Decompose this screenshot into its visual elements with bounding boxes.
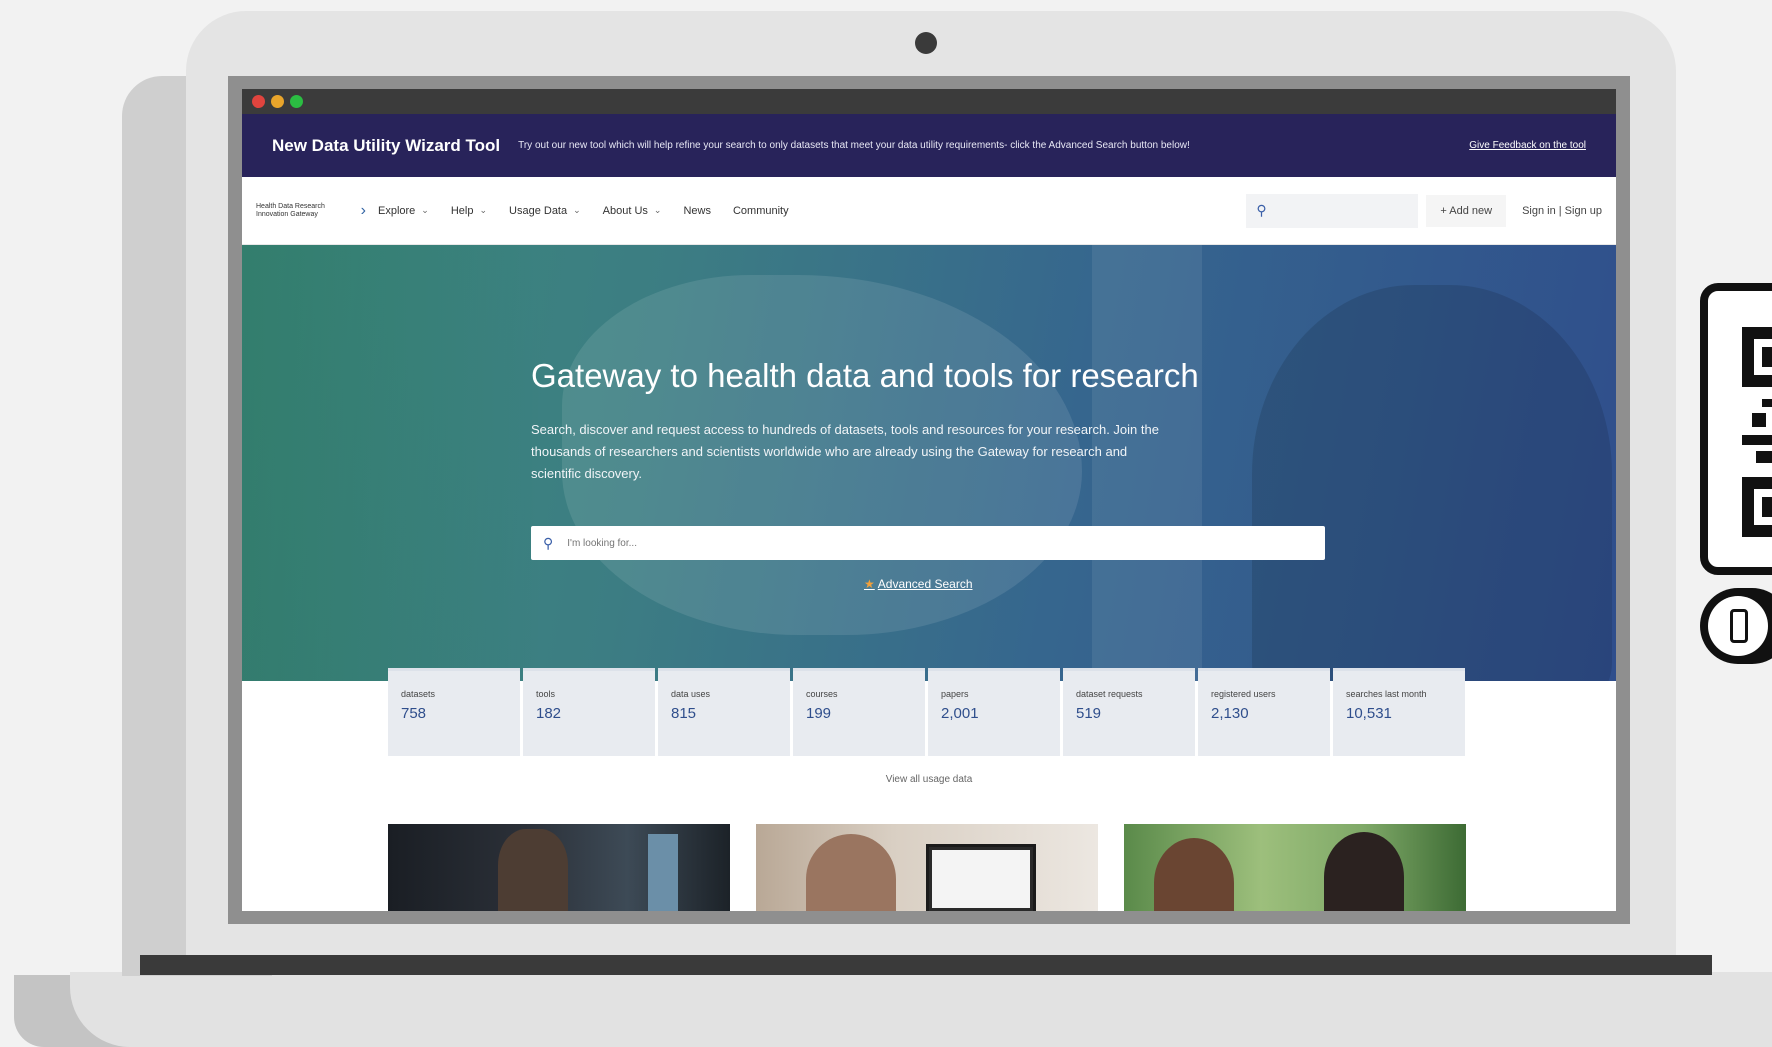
promo-title: New Data Utility Wizard Tool: [272, 135, 501, 155]
chevron-down-icon: ⌄: [573, 205, 581, 215]
sign-in-link[interactable]: Sign in | Sign up: [1522, 205, 1602, 217]
stat-label: papers: [941, 689, 969, 699]
site-logo[interactable]: Health Data Research Innovation Gateway …: [256, 202, 366, 220]
promo-banner: New Data Utility Wizard Tool Try out our…: [242, 114, 1616, 177]
stat-value: 10,531: [1346, 705, 1392, 722]
main-navbar: Health Data Research Innovation Gateway …: [242, 177, 1616, 245]
phone-icon: [1730, 609, 1748, 643]
nav-item-explore[interactable]: Explore ⌄: [378, 205, 429, 217]
stat-courses[interactable]: courses 199: [793, 668, 925, 756]
star-icon: ★: [864, 577, 875, 591]
nav-search-input[interactable]: ⚲: [1246, 193, 1419, 228]
window-close-button[interactable]: [252, 95, 265, 108]
card-image-computer[interactable]: [756, 824, 1098, 911]
stat-label: tools: [536, 689, 556, 699]
nav-item-help[interactable]: Help ⌄: [451, 205, 487, 217]
feature-cards: [388, 824, 1466, 911]
hero-content: Gateway to health data and tools for res…: [531, 357, 1331, 485]
nav-item-label: Usage Data: [509, 204, 568, 217]
qr-code-icon: [1700, 283, 1772, 575]
stat-label: registered users: [1211, 689, 1276, 699]
nav-item-news[interactable]: News: [683, 205, 711, 217]
stat-value: 199: [806, 705, 832, 722]
hero-section: Gateway to health data and tools for res…: [242, 245, 1616, 681]
logo-text: Health Data Research Innovation Gateway: [256, 202, 325, 218]
stat-label: datasets: [401, 689, 436, 699]
nav-item-label: News: [683, 204, 711, 217]
stat-label: data uses: [671, 689, 711, 699]
card-image-researchers[interactable]: [388, 824, 730, 911]
hero-search-bar[interactable]: ⚲: [531, 526, 1325, 560]
advanced-search-label: Advanced Search: [877, 577, 973, 591]
window-maximize-button[interactable]: [290, 95, 303, 108]
laptop-base: [70, 972, 1772, 1047]
nav-menu: Explore ⌄ Help ⌄ Usage Data ⌄ About Us ⌄ News Com…: [378, 205, 789, 217]
usage-stats: datasets 758 tools 182 data uses 815 courses 19…: [388, 668, 1465, 756]
stat-value: 519: [1076, 705, 1102, 722]
stat-registered-users[interactable]: registered users 2,130: [1198, 668, 1330, 756]
card-image-outdoors[interactable]: [1124, 824, 1466, 911]
nav-item-about-us[interactable]: About Us ⌄: [603, 205, 662, 217]
hero-photo-overlay: [242, 245, 542, 681]
nav-item-label: Help: [450, 204, 474, 217]
nav-item-label: Explore: [378, 204, 416, 217]
stat-datasets[interactable]: datasets 758: [388, 668, 520, 756]
hero-search-input[interactable]: [567, 537, 1268, 549]
feedback-link[interactable]: Give Feedback on the tool: [1469, 140, 1586, 151]
stat-value: 182: [536, 705, 562, 722]
stat-value: 2,130: [1211, 705, 1249, 722]
stat-value: 2,001: [941, 705, 979, 722]
chevron-down-icon: ⌄: [479, 205, 488, 215]
hero-title: Gateway to health data and tools for res…: [531, 357, 1199, 394]
laptop-mockup-stage: New Data Utility Wizard Tool Try out our…: [0, 0, 1772, 1047]
nav-item-usage-data[interactable]: Usage Data ⌄: [509, 205, 581, 217]
stat-label: courses: [806, 689, 838, 699]
phone-badge-circle: [1708, 596, 1768, 656]
browser-screen: New Data Utility Wizard Tool Try out our…: [242, 89, 1616, 911]
browser-titlebar: [242, 89, 1616, 114]
chevron-down-icon: ⌄: [653, 205, 662, 215]
stat-value: 815: [671, 705, 697, 722]
hero-description: Search, discover and request access to h…: [531, 422, 1159, 481]
nav-item-community[interactable]: Community: [733, 205, 789, 217]
window-minimize-button[interactable]: [271, 95, 284, 108]
stat-label: searches last month: [1346, 689, 1427, 699]
add-new-button[interactable]: + Add new: [1426, 194, 1507, 227]
stat-dataset-requests[interactable]: dataset requests 519: [1063, 668, 1195, 756]
logo-chevron-icon: ›: [360, 201, 366, 219]
stat-value: 758: [401, 705, 427, 722]
nav-item-label: About Us: [602, 204, 648, 217]
laptop-hinge: [140, 955, 1712, 975]
qr-code-pattern: [1742, 327, 1772, 537]
chevron-down-icon: ⌄: [421, 205, 429, 215]
phone-badge: [1700, 588, 1772, 664]
stat-searches-last-month[interactable]: searches last month 10,531: [1333, 668, 1465, 756]
stat-papers[interactable]: papers 2,001: [928, 668, 1060, 756]
stat-label: dataset requests: [1076, 689, 1143, 699]
promo-text: Try out our new tool which will help ref…: [518, 140, 1190, 151]
advanced-search-link[interactable]: ★ Advanced Search: [864, 577, 973, 591]
webcam-icon: [915, 32, 937, 54]
stat-tools[interactable]: tools 182: [523, 668, 655, 756]
search-icon: ⚲: [1256, 202, 1267, 218]
stat-data-uses[interactable]: data uses 815: [658, 668, 790, 756]
nav-actions: ⚲ + Add new Sign in | Sign up: [1246, 193, 1602, 228]
nav-item-label: Community: [732, 204, 789, 217]
view-usage-link[interactable]: View all usage data: [242, 774, 1616, 785]
search-icon: ⚲: [543, 534, 554, 551]
